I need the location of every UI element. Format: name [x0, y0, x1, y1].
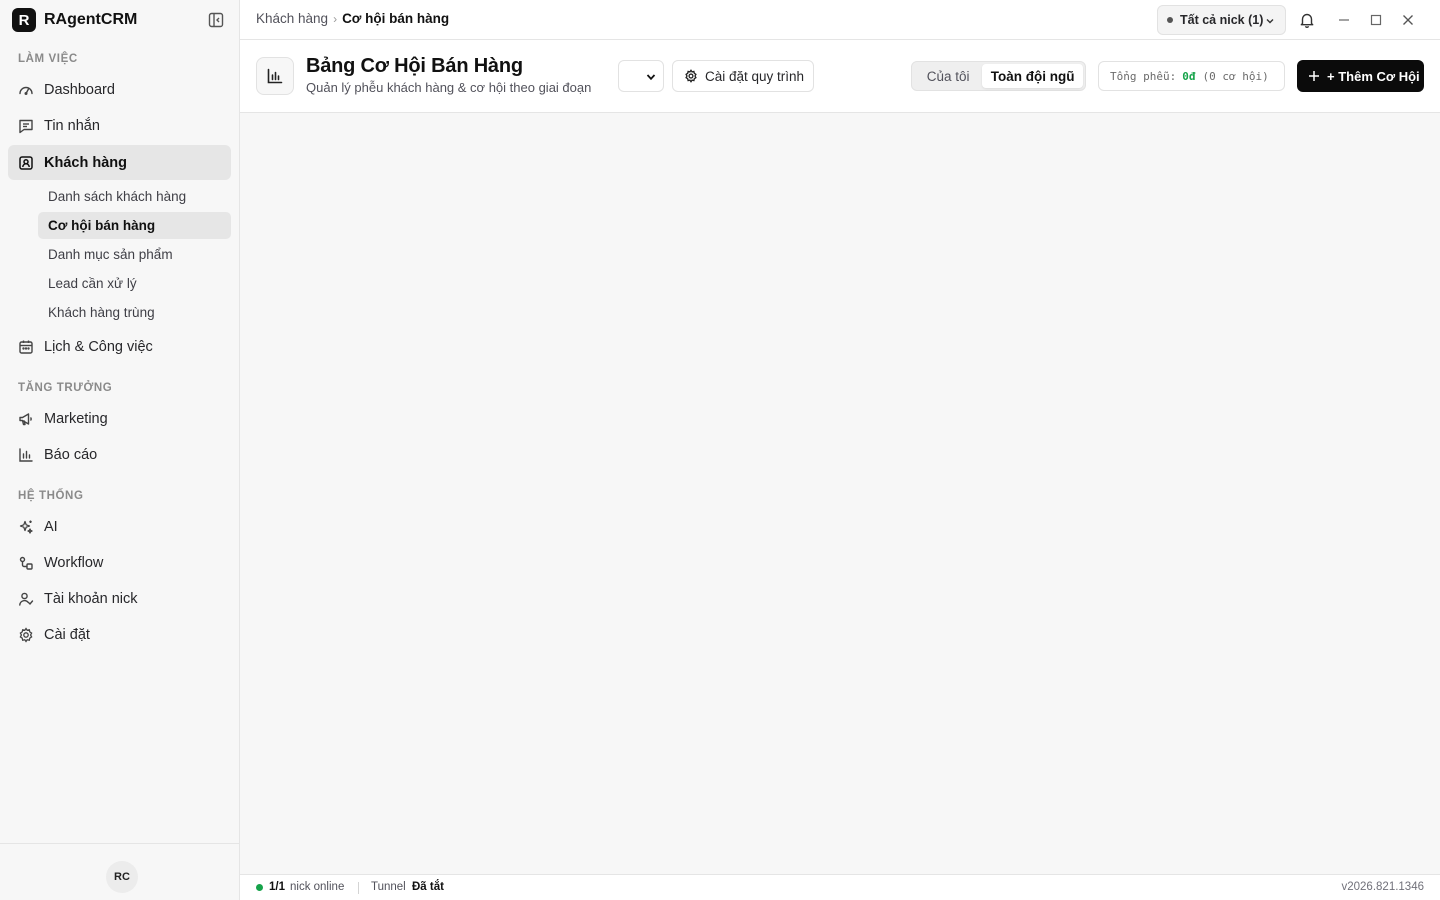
breadcrumb-parent[interactable]: Khách hàng	[256, 11, 328, 26]
sidebar-footer: RC	[0, 843, 239, 900]
sidebar-item-marketing[interactable]: Marketing	[8, 401, 231, 437]
sidebar-subitem-leads[interactable]: Lead cần xử lý	[38, 270, 231, 297]
sidebar-item-calendar[interactable]: Lịch & Công việc	[8, 329, 231, 365]
user-check-icon	[18, 591, 34, 607]
avatar[interactable]: RC	[106, 861, 138, 893]
app-version: v2026.821.1346	[1341, 881, 1425, 893]
sidebar: R RAgentCRM LÀM VIỆC Dashboard Tin nhắn	[0, 0, 240, 900]
sidebar-item-label: Cài đặt	[44, 627, 90, 643]
sidebar-subitem-products[interactable]: Danh mục sản phẩm	[38, 241, 231, 268]
gear-icon	[18, 627, 34, 643]
maximize-icon[interactable]	[1367, 11, 1385, 29]
sidebar-subitem-opportunities[interactable]: Cơ hội bán hàng	[38, 212, 231, 239]
plus-icon	[1308, 70, 1320, 82]
page-header: Bảng Cơ Hội Bán Hàng Quản lý phễu khách …	[240, 40, 1440, 113]
breadcrumb-separator: ›	[333, 11, 338, 26]
tunnel-value[interactable]: Đã tắt	[412, 881, 444, 893]
chevron-down-icon	[646, 74, 656, 81]
section-label-system: HỆ THỐNG	[18, 490, 84, 502]
brand-logo: R	[12, 8, 36, 32]
online-status-dot	[256, 884, 263, 891]
scope-mine-tab[interactable]: Của tôi	[914, 64, 982, 88]
sidebar-item-label: Workflow	[44, 555, 104, 571]
pipeline-settings-label: Cài đặt quy trình	[705, 68, 805, 84]
add-opportunity-label: + Thêm Cơ Hội	[1327, 68, 1420, 84]
sidebar-item-label: Tài khoản nick	[44, 591, 138, 607]
brand-name: RAgentCRM	[44, 11, 138, 28]
sidebar-item-label: Dashboard	[44, 82, 115, 98]
funnel-total-label: Tổng phễu:	[1110, 69, 1177, 83]
breadcrumb: Khách hàng › Cơ hội bán hàng	[256, 11, 449, 26]
sidebar-item-label: Marketing	[44, 411, 108, 427]
nick-status-dot	[1167, 17, 1173, 23]
contact-icon	[18, 155, 34, 171]
calendar-icon	[18, 339, 34, 355]
status-divider	[358, 882, 359, 894]
status-bar: 1/1 nick online Tunnel Đã tắt v2026.821.…	[240, 874, 1440, 900]
sidebar-item-dashboard[interactable]: Dashboard	[8, 72, 231, 108]
message-square-icon	[18, 118, 34, 134]
sidebar-item-ai[interactable]: AI	[8, 509, 231, 545]
scope-team-tab[interactable]: Toàn đội ngũ	[982, 64, 1083, 88]
gear-icon	[684, 69, 698, 83]
breadcrumb-current: Cơ hội bán hàng	[342, 11, 450, 26]
nick-filter-label: Tất cả nick (1)	[1180, 13, 1264, 27]
sidebar-item-label: Lịch & Công việc	[44, 339, 153, 355]
section-label-work: LÀM VIỆC	[18, 53, 78, 65]
tunnel-label: Tunnel	[371, 881, 406, 893]
pipeline-settings-button[interactable]: Cài đặt quy trình	[672, 60, 814, 92]
opportunity-board	[240, 113, 1440, 874]
sidebar-item-reports[interactable]: Báo cáo	[8, 437, 231, 473]
scope-toggle: Của tôi Toàn đội ngũ	[911, 61, 1086, 91]
brand[interactable]: R RAgentCRM	[12, 8, 137, 32]
topbar: Khách hàng › Cơ hội bán hàng Tất cả nick…	[240, 0, 1440, 40]
sidebar-subitem-customer-list[interactable]: Danh sách khách hàng	[38, 183, 231, 210]
chevron-down-icon	[1265, 16, 1275, 26]
bar-chart-icon	[18, 447, 34, 463]
minimize-icon[interactable]	[1335, 11, 1353, 29]
sidebar-item-customers[interactable]: Khách hàng	[8, 145, 231, 180]
sidebar-item-label: Tin nhắn	[44, 118, 100, 134]
nick-filter-select[interactable]: Tất cả nick (1)	[1157, 5, 1286, 35]
sidebar-item-workflow[interactable]: Workflow	[8, 545, 231, 581]
sidebar-collapse-icon[interactable]	[207, 11, 225, 29]
online-count: 1/1	[269, 881, 285, 893]
sidebar-item-messages[interactable]: Tin nhắn	[8, 108, 231, 144]
pipeline-select[interactable]	[618, 60, 664, 92]
bell-icon[interactable]	[1298, 11, 1316, 29]
add-opportunity-button[interactable]: + Thêm Cơ Hội	[1297, 60, 1424, 92]
funnel-total-count: (0 cơ hội)	[1202, 69, 1269, 83]
bar-chart-icon	[256, 57, 294, 95]
sparkles-icon	[18, 519, 34, 535]
sidebar-item-nick-accounts[interactable]: Tài khoản nick	[8, 581, 231, 617]
sidebar-item-label: AI	[44, 519, 58, 535]
section-label-growth: TĂNG TRƯỞNG	[18, 382, 113, 394]
sidebar-subitem-duplicates[interactable]: Khách hàng trùng	[38, 299, 231, 326]
funnel-total: Tổng phễu: 0đ (0 cơ hội)	[1098, 61, 1285, 91]
sidebar-item-settings[interactable]: Cài đặt	[8, 617, 231, 653]
online-label: nick online	[290, 881, 345, 893]
page-subtitle: Quản lý phễu khách hàng & cơ hội theo gi…	[306, 80, 592, 95]
gauge-icon	[18, 82, 34, 98]
sidebar-item-label: Khách hàng	[44, 154, 127, 171]
workflow-icon	[18, 555, 34, 571]
sidebar-item-label: Báo cáo	[44, 447, 98, 463]
funnel-total-amount: 0đ	[1182, 69, 1196, 83]
megaphone-icon	[18, 411, 34, 427]
close-icon[interactable]	[1399, 11, 1417, 29]
page-title: Bảng Cơ Hội Bán Hàng	[306, 55, 523, 77]
